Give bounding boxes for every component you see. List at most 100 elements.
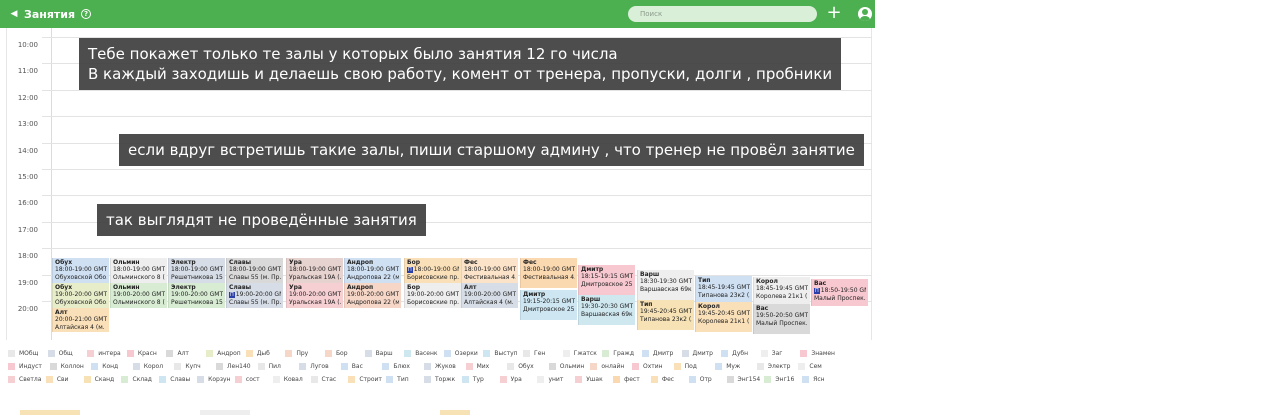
legend-item[interactable]: Энг154 <box>726 376 760 383</box>
legend-item[interactable]: Склад <box>121 376 152 383</box>
legend-item[interactable]: Коллон <box>49 363 84 370</box>
calendar-event[interactable]: БорП18:00-19:00 GMTБорисовские пр... <box>404 258 461 283</box>
calendar-event[interactable]: Алт20:00-21:00 GMT+3Алтайская 4 (м. <box>52 308 109 332</box>
calendar-event[interactable]: Корол19:45-20:45 GMT+3Королева 21к1 (... <box>695 302 752 332</box>
hour-row[interactable]: 12:00 <box>0 89 875 116</box>
legend-item[interactable]: Сем <box>798 363 822 370</box>
legend-item[interactable]: Красн <box>126 350 157 357</box>
legend-item[interactable]: Сканд <box>83 376 114 383</box>
legend-item[interactable]: Торжк <box>424 376 455 383</box>
calendar-event[interactable]: Дмитр18:15-19:15 GMT+3Дмитровское 25... <box>578 265 635 295</box>
legend-item[interactable]: Бор <box>324 350 348 357</box>
legend-item[interactable]: Стас <box>310 376 336 383</box>
add-icon[interactable]: + <box>826 3 842 23</box>
legend-item[interactable]: Корзун <box>197 376 230 383</box>
calendar-event[interactable]: ВасП18:50-19:50 GMTМалый Проспек... <box>811 279 868 306</box>
calendar-event[interactable]: Варш 18:30-19:30 GMT Варшавская 69к... <box>637 270 694 300</box>
legend-item[interactable]: Васенк <box>404 350 438 357</box>
calendar-event[interactable]: Ура18:00-19:00 GMT+3Уральская 19А (... <box>286 258 343 283</box>
legend-item[interactable]: Обух <box>507 363 534 370</box>
legend-item[interactable]: Муж <box>715 363 740 370</box>
legend-item[interactable]: Лен140 <box>216 363 251 370</box>
back-arrow-icon[interactable]: ◀ <box>6 9 22 19</box>
calendar-event[interactable]: Вас19:50-20:50 GMT+3Малый Проспек... <box>753 304 810 334</box>
legend-item[interactable]: Электр <box>756 363 790 370</box>
calendar-event[interactable]: Ура19:00-20:00 GMT+3Уральская 19А (... <box>286 283 343 308</box>
legend-item[interactable]: Дыб <box>245 350 270 357</box>
legend-item[interactable]: Заг <box>760 350 782 357</box>
calendar-event[interactable]: Дмитр19:15-20:15 GMT+3Дмитровское 25... <box>520 290 577 320</box>
legend-item[interactable]: Охтин <box>632 363 663 370</box>
legend-item[interactable]: Блюх <box>382 363 410 370</box>
calendar-event[interactable]: Варш19:30-20:30 GMT+3Варшавская 69к... <box>578 295 635 325</box>
legend-item[interactable]: Фес <box>650 376 674 383</box>
legend-item[interactable]: Вас <box>340 363 363 370</box>
legend-label: Корзун <box>208 376 231 383</box>
calendar-event[interactable]: Тип19:45-20:45 GMT+3Типанова 23к2 (... <box>637 300 694 330</box>
calendar-event[interactable]: СлавыП19:00-20:00 GMT+3Славы 55 (м. Пр..… <box>226 283 283 308</box>
calendar-event[interactable]: Алт19:00-20:00 GMT+3Алтайская 4 (м. <box>461 283 518 308</box>
legend-item[interactable]: Светла <box>8 376 41 383</box>
legend-item[interactable]: Ясн <box>802 376 825 383</box>
legend-item[interactable]: Пил <box>257 363 281 370</box>
legend-item[interactable]: Озерки <box>443 350 478 357</box>
legend-item[interactable]: Жуков <box>424 363 456 370</box>
calendar-event[interactable]: Электр18:00-19:00 GMT+3Решетникова 15... <box>168 258 225 283</box>
legend-item[interactable]: Ольмин <box>548 363 584 370</box>
legend-item[interactable]: фест <box>613 376 640 383</box>
account-icon[interactable] <box>858 7 872 21</box>
hour-row[interactable]: 15:00 <box>0 169 875 195</box>
legend-item[interactable]: Выступ <box>483 350 518 357</box>
legend-item[interactable]: Гжатск <box>562 350 597 357</box>
legend-item[interactable]: Дубн <box>721 350 748 357</box>
legend-item[interactable]: Под <box>673 363 697 370</box>
legend-item[interactable]: Тип <box>386 376 409 383</box>
legend-item[interactable]: Пру <box>285 350 308 357</box>
legend-item[interactable]: унит <box>537 376 563 383</box>
legend-item[interactable]: Мих <box>465 363 489 370</box>
event-time-line: 19:00-20:00 GMT+3 <box>464 291 516 298</box>
top-bar: ◀ Занятия ? + <box>0 0 875 28</box>
calendar-event[interactable]: Электр19:00-20:00 GMT+3Решетникова 15... <box>168 283 225 308</box>
legend-item[interactable]: Сви <box>45 376 68 383</box>
legend-item[interactable]: Индуст <box>8 363 42 370</box>
calendar-event[interactable]: Фес18:00-19:00 GMT+3Фестивальная 4... <box>520 258 577 288</box>
legend-item[interactable]: Андроп <box>206 350 241 357</box>
help-icon[interactable]: ? <box>81 9 92 19</box>
legend-item[interactable]: Общ <box>47 350 73 357</box>
legend-item[interactable]: Купч <box>174 363 201 370</box>
legend-item[interactable]: Знамен <box>800 350 835 357</box>
legend-item[interactable]: Ковал <box>272 376 303 383</box>
search-input[interactable] <box>628 6 817 22</box>
calendar-event[interactable]: Обух19:00-20:00 GMT+3Обуховской Обо... <box>52 283 109 308</box>
legend-item[interactable]: Дмитр <box>681 350 713 357</box>
legend-item[interactable]: Ушак <box>575 376 603 383</box>
legend-item[interactable]: Ген <box>523 350 545 357</box>
legend-item[interactable]: Строит <box>348 376 382 383</box>
legend-item[interactable]: Лугов <box>299 363 329 370</box>
legend-item[interactable]: сост <box>234 376 260 383</box>
legend-item[interactable]: Корол <box>132 363 163 370</box>
calendar-event[interactable]: Корол18:45-19:45 GMT+3Королева 21к1 (... <box>753 277 810 307</box>
calendar-event[interactable]: Фес18:00-19:00 GMT+3Фестивальная 4... <box>461 258 518 283</box>
legend-item[interactable]: Славы <box>159 376 190 383</box>
legend-item[interactable]: Тур <box>461 376 484 383</box>
legend-item[interactable]: МОбщ <box>8 350 38 357</box>
calendar-event[interactable]: Славы18:00-19:00 GMT+3Славы 55 (м. Пр... <box>226 258 283 283</box>
legend-item[interactable]: Варш <box>364 350 393 357</box>
legend-item[interactable]: Дмитр <box>641 350 673 357</box>
legend-item[interactable]: Алт <box>166 350 189 357</box>
calendar-event[interactable]: Ольмин19:00-20:00 GMT+3Ольминского 8 (..… <box>110 283 167 308</box>
calendar-event[interactable]: Обух18:00-19:00 GMT+3Обуховской Обо... <box>52 258 109 283</box>
calendar-event[interactable]: Андроп18:00-19:00 GMT+3Андропова 22 (м..… <box>344 258 401 283</box>
calendar-event[interactable]: Бор19:00-20:00 GMT+3Борисовские пр... <box>404 283 461 308</box>
legend-item[interactable]: Гражд <box>602 350 634 357</box>
legend-item[interactable]: интера <box>87 350 121 357</box>
legend-item[interactable]: Энг16 <box>764 376 794 383</box>
legend-item[interactable]: Ура <box>499 376 522 383</box>
legend-item[interactable]: онлайн <box>590 363 624 370</box>
legend-item[interactable]: Отр <box>688 376 712 383</box>
calendar-event[interactable]: Андроп19:00-20:00 GMT+3Андропова 22 (м..… <box>344 283 401 308</box>
legend-item[interactable]: Конд <box>91 363 118 370</box>
calendar-event[interactable]: Ольмин18:00-19:00 GMT+3Ольминского 8 (..… <box>110 258 167 283</box>
